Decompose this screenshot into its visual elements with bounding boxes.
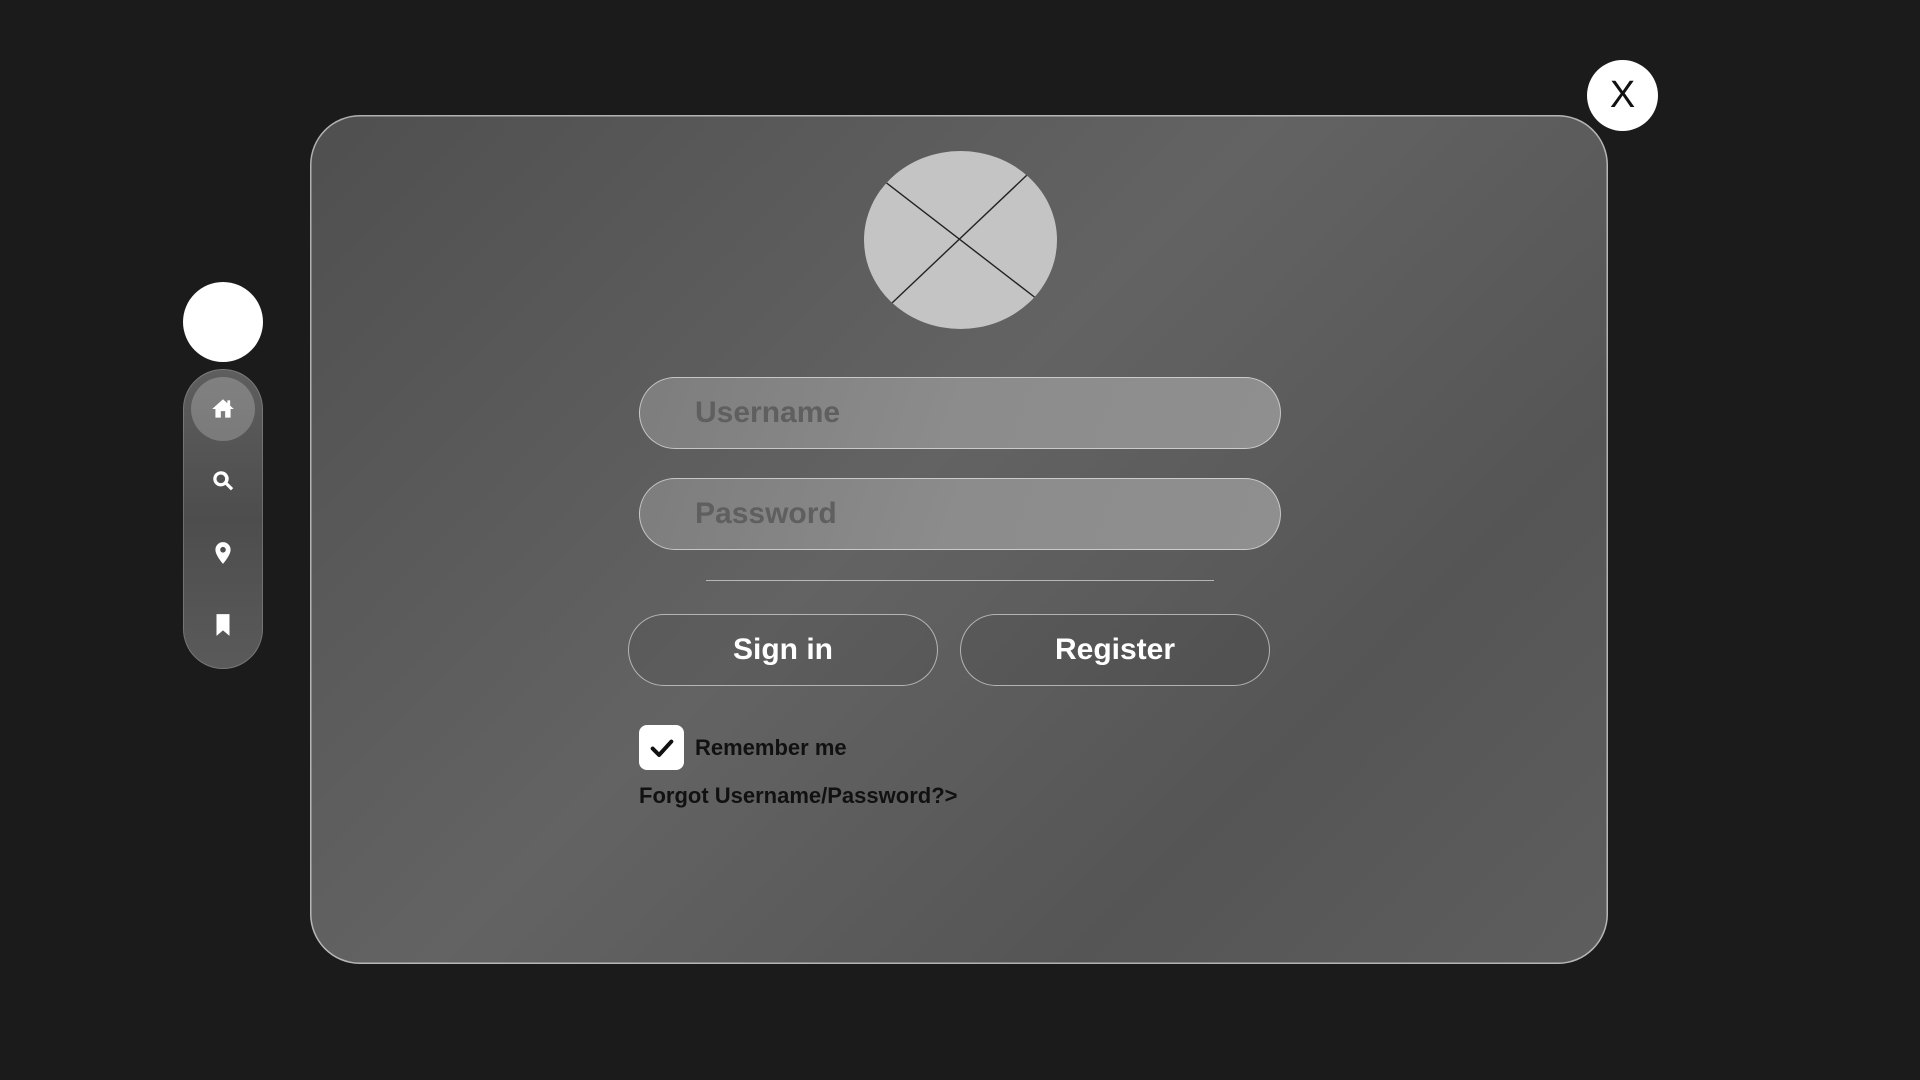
divider (706, 580, 1214, 581)
avatar-placeholder (864, 151, 1057, 329)
close-icon: X (1609, 74, 1636, 116)
sign-in-button[interactable]: Sign in (628, 614, 938, 686)
nav-rail (183, 369, 263, 669)
nav-item-bookmark[interactable] (191, 593, 255, 657)
username-input[interactable] (639, 377, 1281, 449)
bookmark-icon (216, 614, 230, 636)
nav-item-home[interactable] (191, 377, 255, 441)
nav-item-location[interactable] (191, 521, 255, 585)
register-button[interactable]: Register (960, 614, 1270, 686)
remember-me-label: Remember me (695, 734, 847, 760)
register-label: Register (1054, 633, 1176, 666)
close-button[interactable]: X (1587, 60, 1658, 131)
image-placeholder-icon (883, 174, 1038, 304)
home-icon (212, 399, 234, 418)
forgot-credentials-link[interactable]: Forgot Username/Password?> (639, 783, 957, 809)
sign-in-label: Sign in (733, 633, 833, 666)
login-screen: X Sign in Register Remember me (0, 0, 1920, 1080)
remember-me-checkbox[interactable]: Remember me (639, 725, 847, 770)
nav-item-search[interactable] (191, 449, 255, 513)
profile-avatar-button[interactable] (183, 282, 263, 362)
password-input[interactable] (639, 478, 1281, 550)
checkmark-icon (650, 739, 673, 757)
login-panel: Sign in Register Remember me Forgot User… (310, 115, 1608, 964)
location-pin-icon (215, 542, 231, 564)
search-icon (213, 471, 234, 491)
checkbox-box[interactable] (639, 725, 684, 770)
